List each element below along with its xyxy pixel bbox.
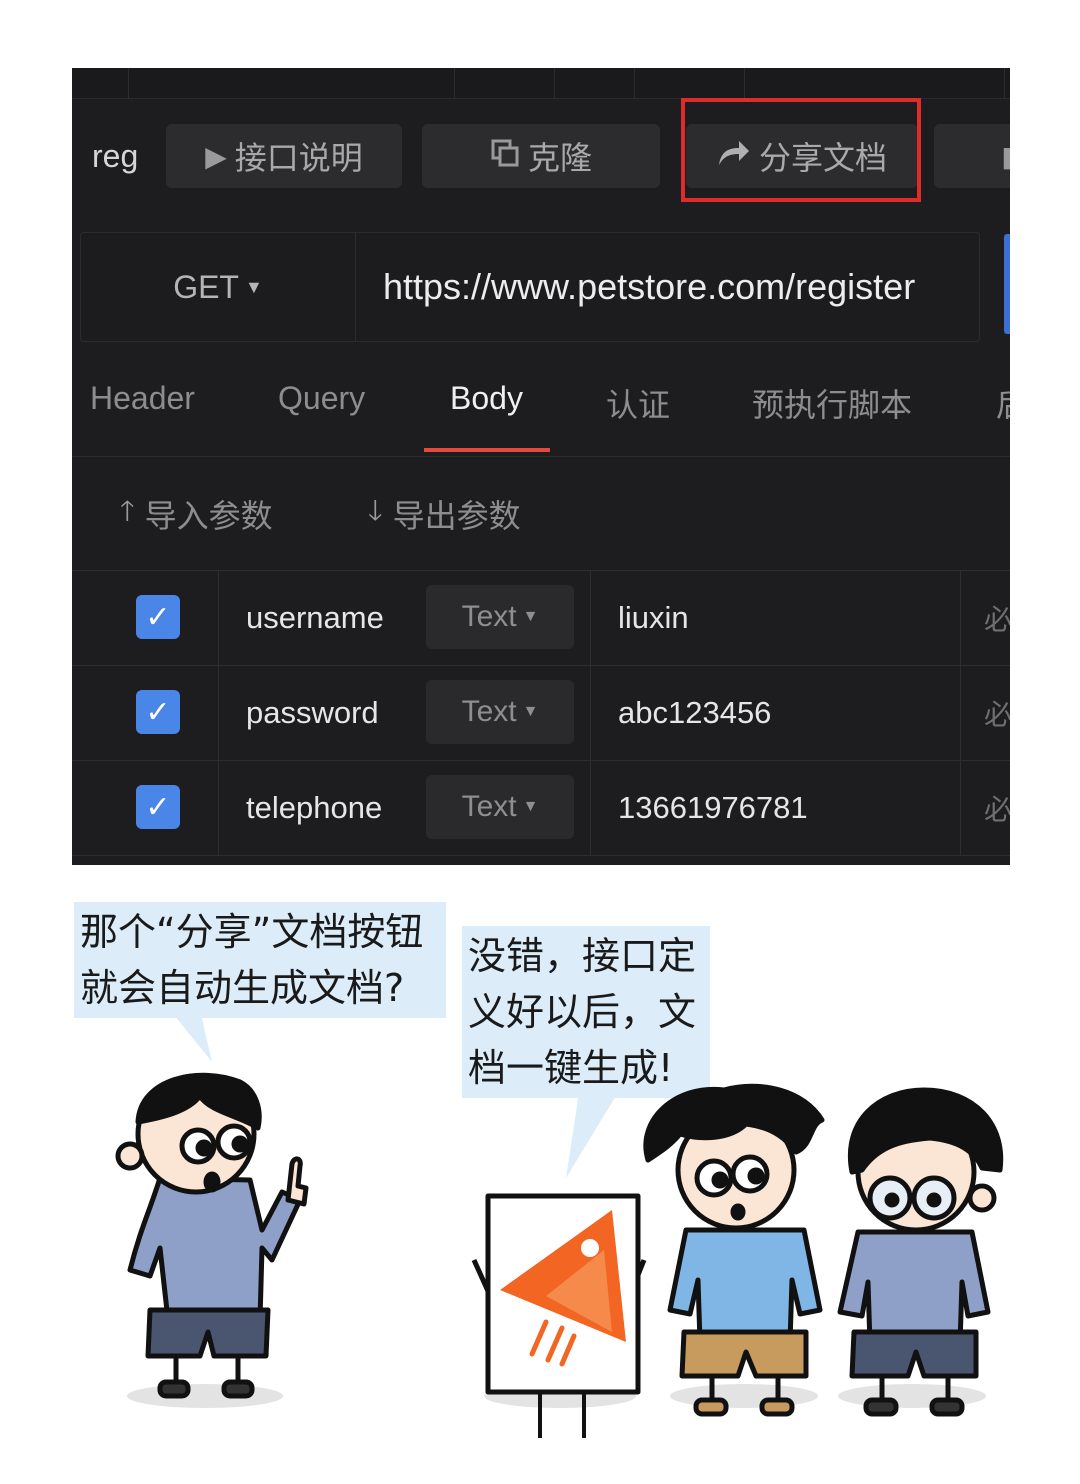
param-required: 必: [984, 698, 1010, 731]
param-name[interactable]: password: [246, 666, 379, 760]
active-tab-underline: [424, 448, 550, 452]
left-speech-bubble: 那个“分享”文档按钮 就会自动生成文档?: [74, 902, 446, 1018]
more-button[interactable]: ▮: [934, 124, 1010, 188]
url-input[interactable]: https://www.petstore.com/register: [383, 233, 915, 341]
copy-icon: [490, 138, 520, 175]
method-select[interactable]: GET ▼: [81, 233, 356, 341]
url-bar: GET ▼ https://www.petstore.com/register: [80, 232, 980, 342]
top-tab-strip: [72, 68, 1010, 99]
request-name-label: reg: [92, 138, 138, 174]
arrow-up-icon: 🡑: [120, 494, 135, 527]
tab-pre-script[interactable]: 预执行脚本: [752, 380, 912, 426]
arrow-down-icon: 🡓: [368, 494, 383, 527]
table-row: ✓ username Text ▼ liuxin 必: [72, 570, 1010, 665]
table-row: ✓ password Text ▼ abc123456 必: [72, 665, 1010, 760]
tab-body[interactable]: Body: [450, 380, 523, 417]
tab-post[interactable]: 后: [996, 380, 1010, 426]
param-value[interactable]: abc123456: [618, 666, 771, 760]
middle-character: [643, 1083, 825, 1417]
clone-button[interactable]: 克隆: [422, 124, 660, 188]
right-character: [837, 1087, 1004, 1417]
caret-down-icon: ▼: [522, 608, 539, 625]
param-type-select[interactable]: Text ▼: [426, 585, 574, 649]
param-required: 必: [984, 603, 1010, 636]
param-required: 必: [984, 793, 1010, 826]
param-name[interactable]: telephone: [246, 761, 382, 855]
param-type-select[interactable]: Text ▼: [426, 775, 574, 839]
table-row: ✓ telephone Text ▼ 13661976781 必: [72, 760, 1010, 856]
send-button-edge[interactable]: [1004, 234, 1010, 334]
tab-auth[interactable]: 认证: [606, 380, 670, 426]
param-name[interactable]: username: [246, 571, 384, 665]
param-checkbox[interactable]: ✓: [136, 595, 180, 639]
tab-header[interactable]: Header: [90, 380, 195, 417]
param-value[interactable]: liuxin: [618, 571, 689, 665]
play-icon: ▶: [205, 139, 227, 173]
import-params-button[interactable]: 🡑 导入参数: [120, 490, 273, 538]
caret-down-icon: ▼: [522, 703, 539, 720]
param-checkbox[interactable]: ✓: [136, 690, 180, 734]
lock-icon: ▮: [1001, 139, 1010, 173]
request-tabs: Header Query Body 认证 预执行脚本 后: [72, 368, 1010, 457]
export-params-button[interactable]: 🡓 导出参数: [368, 490, 521, 538]
comic-scene: [115, 1072, 1004, 1438]
api-tool-screenshot: reg ▶ 接口说明 克隆 分享文档 ▮ GET ▼ https://www.p…: [72, 68, 1010, 865]
param-checkbox[interactable]: ✓: [136, 785, 180, 829]
caret-down-icon: ▼: [244, 276, 263, 297]
param-value[interactable]: 13661976781: [618, 761, 808, 855]
caret-down-icon: ▼: [522, 798, 539, 815]
tab-query[interactable]: Query: [278, 380, 365, 417]
left-character: [115, 1072, 309, 1399]
api-description-button[interactable]: ▶ 接口说明: [166, 124, 402, 188]
param-type-select[interactable]: Text ▼: [426, 680, 574, 744]
share-highlight-box: [681, 98, 921, 202]
